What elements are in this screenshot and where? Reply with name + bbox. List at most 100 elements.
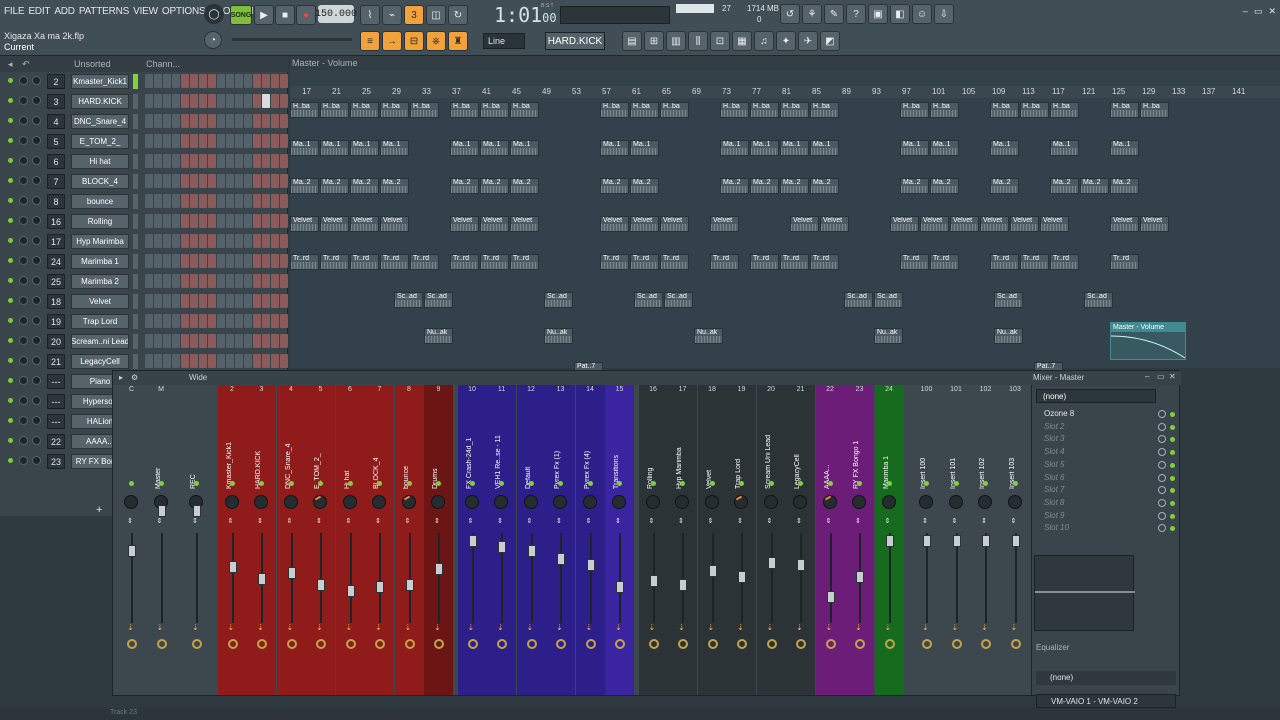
touch-controller-icon[interactable]: ✈ — [798, 31, 818, 51]
mixer-close-icon[interactable]: ✕ — [1169, 372, 1176, 381]
mixer-track[interactable]: C ⇕ ⇣ — [117, 385, 146, 695]
mixer-effect-slot[interactable]: Slot 3 — [1044, 434, 1164, 446]
pattern-clip[interactable]: Ma..1 — [600, 140, 629, 156]
step-button[interactable] — [145, 94, 153, 108]
channel-pan-knob[interactable] — [32, 276, 41, 285]
mixer-record-arm[interactable] — [648, 639, 659, 649]
step-button[interactable] — [208, 334, 216, 348]
save-icon[interactable]: ▣ — [868, 4, 888, 24]
mixer-track[interactable]: 24 Marimba 1 ⇕ ⇣ — [874, 385, 904, 695]
channel-select-indicator[interactable] — [133, 194, 138, 209]
step-button[interactable] — [262, 194, 270, 208]
pattern-clip[interactable]: Ma..1 — [1050, 140, 1079, 156]
slot-enable-led[interactable] — [1170, 526, 1175, 532]
mixer-pan-knob[interactable] — [852, 495, 866, 509]
mixer-route-icon[interactable]: ⇣ — [287, 623, 294, 632]
mixer-track-enable-led[interactable] — [129, 481, 134, 486]
step-button[interactable] — [244, 114, 252, 128]
channel-row[interactable]: 3 HARD.KICK — [0, 91, 288, 111]
step-button[interactable] — [262, 354, 270, 368]
slot-mix-knob[interactable] — [1158, 498, 1166, 507]
menu-item[interactable]: FILE — [4, 6, 25, 17]
pattern-clip[interactable]: Velvet — [600, 216, 629, 232]
pattern-clip[interactable]: Tr..rd — [320, 254, 349, 270]
mixer-route-icon[interactable]: ⇣ — [649, 623, 656, 632]
mixer-track[interactable]: 103 Insert 103 ⇕ ⇣ — [1000, 385, 1030, 695]
mixer-record-arm[interactable] — [375, 639, 385, 649]
mixer-stereo-icon[interactable]: ⇕ — [649, 517, 655, 525]
close-icon[interactable]: ✕ — [1268, 6, 1276, 17]
channel-pan-knob[interactable] — [32, 76, 41, 85]
pattern-clip[interactable]: Ma..2 — [1110, 178, 1139, 194]
channel-row[interactable]: 6 Hi hat — [0, 151, 288, 171]
channel-rack-window-icon[interactable]: ▥ — [666, 31, 686, 51]
slot-mix-knob[interactable] — [1158, 524, 1166, 533]
mixer-record-arm[interactable] — [855, 639, 865, 649]
step-button[interactable] — [172, 214, 180, 228]
step-button[interactable] — [244, 74, 252, 88]
rack-filter[interactable]: Unsorted — [74, 59, 111, 69]
step-button[interactable] — [226, 274, 234, 288]
mixer-pan-knob[interactable] — [523, 495, 538, 509]
step-button[interactable] — [271, 334, 279, 348]
channel-pan-knob[interactable] — [32, 236, 41, 245]
mixer-track[interactable]: 16 Rolling ⇕ ⇣ — [638, 385, 668, 695]
channel-pan-knob[interactable] — [32, 176, 41, 185]
restore-icon[interactable]: ▭ — [1254, 6, 1263, 17]
piano-roll-window-icon[interactable]: ⊞ — [644, 31, 664, 51]
step-button[interactable] — [271, 214, 279, 228]
mixer-route-icon[interactable]: ⇣ — [434, 623, 441, 632]
channel-mute-led[interactable] — [8, 298, 13, 303]
mixer-stereo-icon[interactable]: ⇕ — [468, 517, 474, 525]
step-button[interactable] — [172, 134, 180, 148]
mixer-volume-fader[interactable] — [767, 557, 776, 569]
mixer-stereo-icon[interactable]: ⇕ — [678, 517, 684, 525]
step-button[interactable] — [244, 354, 252, 368]
mixer-track-enable-led[interactable] — [886, 481, 892, 486]
mixer-track[interactable]: 5 E_TOM_2_ ⇕ ⇣ — [306, 385, 335, 695]
step-button[interactable] — [217, 254, 225, 268]
channel-mixer-track[interactable]: 7 — [47, 174, 65, 189]
render-icon[interactable]: ◧ — [890, 4, 910, 24]
pattern-clip[interactable]: H..ba — [510, 102, 539, 118]
mixer-volume-fader[interactable] — [128, 545, 136, 557]
pattern-clip[interactable]: Ma..1 — [810, 140, 839, 156]
pattern-clip[interactable]: Tr..rd — [380, 254, 409, 270]
pattern-clip[interactable]: Ma..1 — [350, 140, 379, 156]
mixer-track[interactable]: 15 Transitions ⇕ ⇣ — [605, 385, 634, 695]
channel-pan-knob[interactable] — [32, 456, 41, 465]
mixer-restore-icon[interactable]: ▭ — [1157, 372, 1165, 381]
pattern-clip[interactable]: Tr..rd — [900, 254, 929, 270]
mixer-effect-slot[interactable]: Slot 6 — [1044, 473, 1164, 485]
step-button[interactable] — [280, 194, 288, 208]
pattern-clip[interactable]: Ma..2 — [720, 178, 749, 194]
pattern-clip[interactable]: Velvet — [920, 216, 949, 232]
mixer-track-enable-led[interactable] — [528, 481, 534, 486]
mixer-stereo-icon[interactable]: ⇕ — [922, 517, 928, 525]
mixer-volume-fader[interactable] — [708, 565, 717, 577]
pattern-clip[interactable]: Nu..ak — [874, 328, 903, 344]
mixer-track[interactable]: 10 FX Crash-24d_1 ⇕ ⇣ — [457, 385, 487, 695]
mixer-stereo-icon[interactable]: ⇕ — [767, 517, 773, 525]
pattern-clip[interactable]: Velvet — [820, 216, 849, 232]
loop-record-icon[interactable]: ↻ — [448, 5, 468, 25]
step-button[interactable] — [181, 234, 189, 248]
mixer-stereo-icon[interactable]: ⇕ — [405, 517, 411, 525]
mixer-pan-knob[interactable] — [822, 495, 837, 509]
mixer-track[interactable]: 14 Pyrex Fx (4) ⇕ ⇣ — [575, 385, 605, 695]
mixer-track[interactable]: REC ⇕ ⇣ — [182, 385, 211, 695]
step-button[interactable] — [199, 114, 207, 128]
step-button[interactable] — [190, 194, 198, 208]
channel-mixer-track[interactable]: 21 — [47, 354, 65, 369]
mixer-route-icon[interactable]: ⇣ — [527, 623, 534, 632]
step-button[interactable] — [253, 334, 261, 348]
mixer-effect-slot[interactable]: Slot 8 — [1044, 498, 1164, 510]
mixer-track[interactable]: 102 Insert 102 ⇕ ⇣ — [971, 385, 1000, 695]
step-button[interactable] — [145, 294, 153, 308]
channel-volume-knob[interactable] — [19, 116, 28, 125]
channel-mixer-track[interactable]: 17 — [47, 234, 65, 249]
step-button[interactable] — [181, 354, 189, 368]
channel-mute-led[interactable] — [8, 98, 13, 103]
mixer-stereo-icon[interactable]: ⇕ — [287, 517, 293, 525]
step-button[interactable] — [181, 74, 189, 88]
